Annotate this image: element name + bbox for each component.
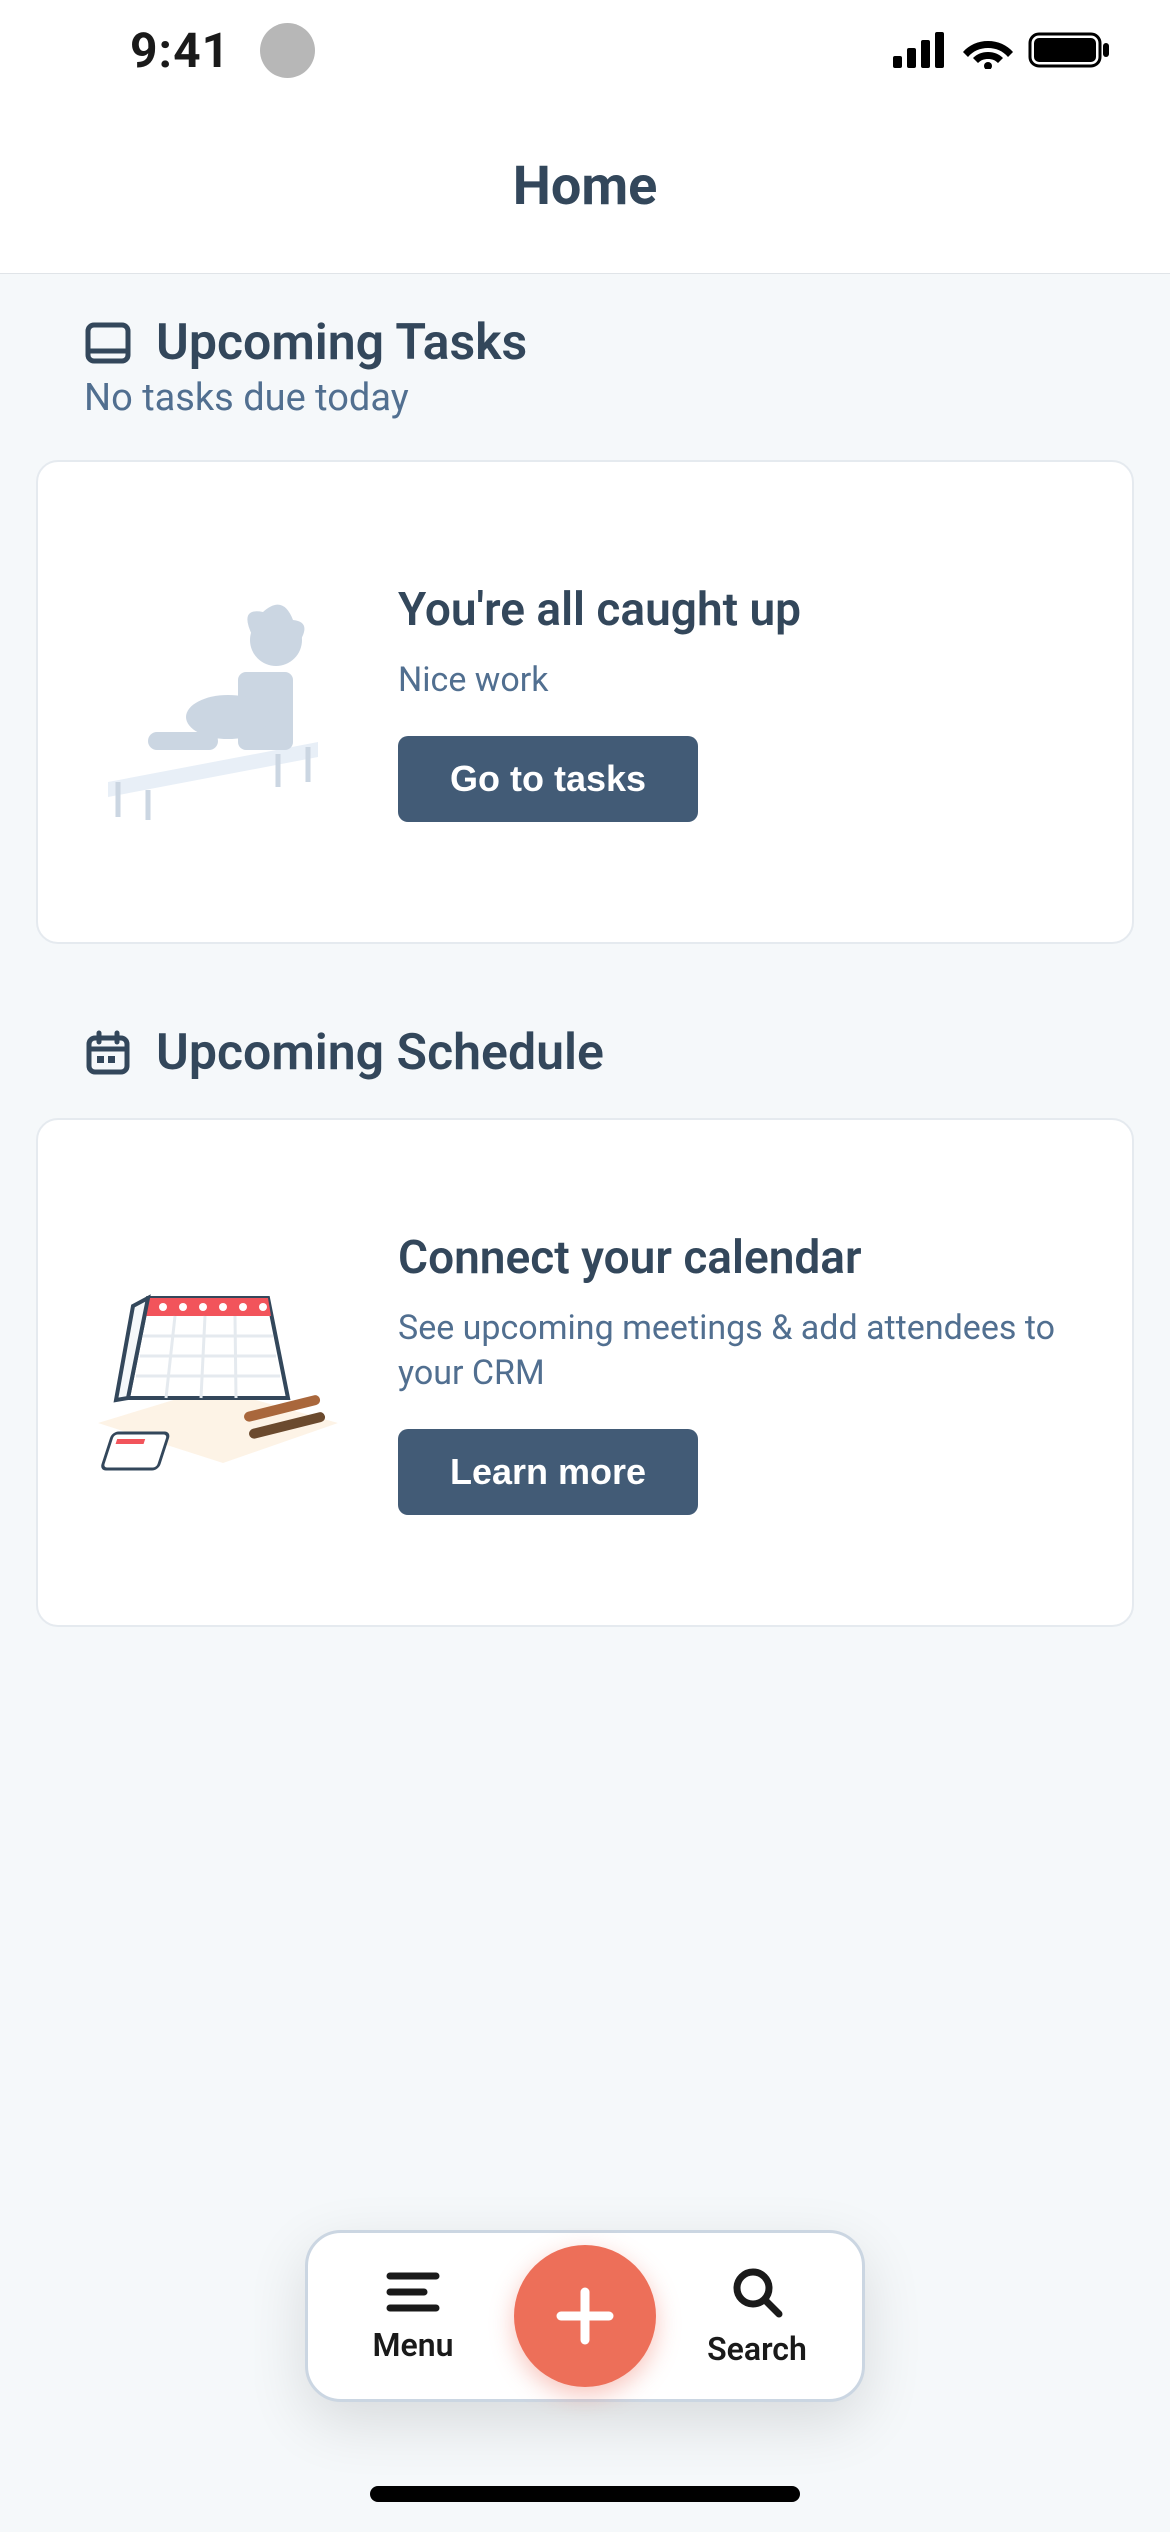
- cellular-icon: [893, 32, 948, 68]
- recording-indicator-icon: [260, 23, 315, 78]
- tasks-card-title: You're all caught up: [398, 582, 1082, 640]
- tasks-subtitle: No tasks due today: [84, 376, 1134, 420]
- menu-button[interactable]: Menu: [348, 2268, 478, 2364]
- page-title: Home: [513, 155, 658, 218]
- search-icon: [729, 2264, 785, 2320]
- plus-icon: [549, 2280, 621, 2352]
- menu-icon: [384, 2268, 442, 2316]
- calendar-illustration: [88, 1243, 348, 1503]
- search-label: Search: [707, 2330, 807, 2368]
- schedule-heading: Upcoming Schedule: [156, 1024, 604, 1082]
- app-header: Home: [0, 100, 1170, 274]
- schedule-card-desc: See upcoming meetings & add attendees to…: [398, 1306, 1082, 1398]
- go-to-tasks-button[interactable]: Go to tasks: [398, 736, 698, 822]
- calendar-icon: [84, 1029, 132, 1077]
- tasks-heading: Upcoming Tasks: [156, 314, 527, 372]
- status-time: 9:41: [130, 22, 230, 79]
- add-button[interactable]: [514, 2245, 656, 2387]
- home-indicator[interactable]: [370, 2486, 800, 2502]
- search-button[interactable]: Search: [692, 2264, 822, 2368]
- battery-icon: [1028, 30, 1110, 70]
- tasks-section-header: Upcoming Tasks: [84, 314, 1134, 372]
- tasks-card-desc: Nice work: [398, 658, 1082, 704]
- status-bar: 9:41: [0, 0, 1170, 100]
- tasks-empty-card: You're all caught up Nice work Go to tas…: [36, 460, 1134, 944]
- relaxing-illustration: [88, 572, 348, 832]
- menu-label: Menu: [373, 2326, 454, 2364]
- schedule-connect-card: Connect your calendar See upcoming meeti…: [36, 1118, 1134, 1627]
- schedule-section-header: Upcoming Schedule: [84, 1024, 1134, 1082]
- status-icons: [893, 30, 1110, 70]
- wifi-icon: [962, 31, 1014, 69]
- learn-more-button[interactable]: Learn more: [398, 1429, 698, 1515]
- bottom-nav: Menu Search: [305, 2230, 865, 2402]
- schedule-card-title: Connect your calendar: [398, 1230, 1082, 1288]
- tasks-icon: [84, 319, 132, 367]
